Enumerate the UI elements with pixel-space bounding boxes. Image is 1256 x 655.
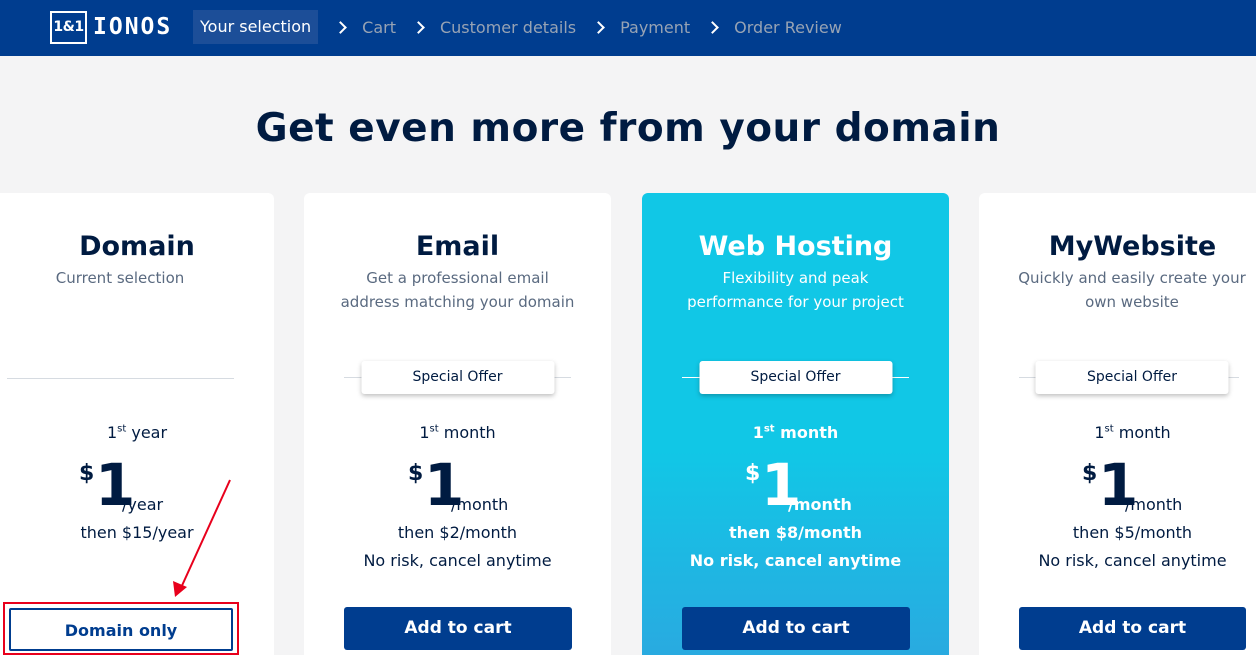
add-to-cart-button[interactable]: Add to cart — [344, 607, 572, 650]
card-subtitle: Current selection — [55, 269, 185, 287]
no-risk-note: No risk, cancel anytime — [689, 551, 902, 570]
checkout-steps: Your selection Cart Customer details Pay… — [193, 10, 842, 44]
billing-period: 1st month — [1094, 423, 1171, 442]
no-risk-note: No risk, cancel anytime — [1038, 551, 1227, 570]
card-subtitle: Flexibility and peak performance for you… — [687, 269, 904, 311]
domain-card: Domain Current selection 1st year $ 1 /y… — [0, 193, 274, 655]
highlight-box: Domain only — [3, 602, 239, 655]
email-card: Email Get a professional email address m… — [304, 193, 611, 655]
price: $ 1 /month — [1082, 451, 1183, 519]
billing-period: 1st month — [419, 423, 496, 442]
renewal-price: then $8/month — [728, 523, 863, 542]
add-to-cart-button[interactable]: Add to cart — [1019, 607, 1246, 650]
step-customer-details: Customer details — [439, 17, 577, 37]
renewal-price: then $2/month — [397, 523, 518, 542]
chevron-right-icon — [412, 20, 425, 34]
step-cart: Cart — [362, 17, 396, 37]
chevron-right-icon — [706, 20, 720, 34]
billing-period: 1st year — [106, 423, 168, 442]
price: $ 1 /month — [745, 451, 852, 519]
billing-period: 1st month — [752, 423, 839, 442]
top-navigation-bar: 1&1 IONOS Your selection Cart Customer d… — [0, 0, 1256, 56]
chevron-right-icon — [334, 20, 348, 34]
card-subtitle: Quickly and easily create your own websi… — [1018, 269, 1246, 311]
page-title: Get even more from your domain — [255, 106, 1001, 151]
mywebsite-card: MyWebsite Quickly and easily create your… — [979, 193, 1256, 655]
card-title: Email — [415, 231, 500, 262]
domain-only-button[interactable]: Domain only — [9, 608, 233, 651]
no-risk-note: No risk, cancel anytime — [363, 551, 552, 570]
ionos-logo[interactable]: 1&1 IONOS — [50, 10, 172, 44]
step-your-selection[interactable]: Your selection — [193, 10, 319, 44]
web-hosting-card: Web Hosting Flexibility and peak perform… — [642, 193, 949, 655]
step-order-review: Order Review — [734, 17, 842, 37]
card-title: Web Hosting — [698, 231, 893, 262]
divider — [7, 378, 234, 379]
add-to-cart-button[interactable]: Add to cart — [682, 607, 910, 650]
price: $ 1 /year — [79, 451, 164, 519]
renewal-price: then $5/month — [1072, 523, 1193, 542]
card-title: MyWebsite — [1048, 231, 1217, 262]
card-subtitle: Get a professional email address matchin… — [340, 269, 575, 311]
logo-wordmark: IONOS — [93, 14, 173, 40]
special-offer-badge: Special Offer — [1035, 361, 1229, 394]
special-offer-badge: Special Offer — [361, 361, 554, 394]
logo-mark: 1&1 — [50, 10, 87, 44]
renewal-price: then $15/year — [80, 523, 194, 542]
step-payment: Payment — [620, 17, 691, 37]
chevron-right-icon — [592, 20, 605, 34]
special-offer-badge: Special Offer — [699, 361, 892, 394]
price: $ 1 /month — [408, 451, 509, 519]
card-title: Domain — [79, 231, 195, 262]
